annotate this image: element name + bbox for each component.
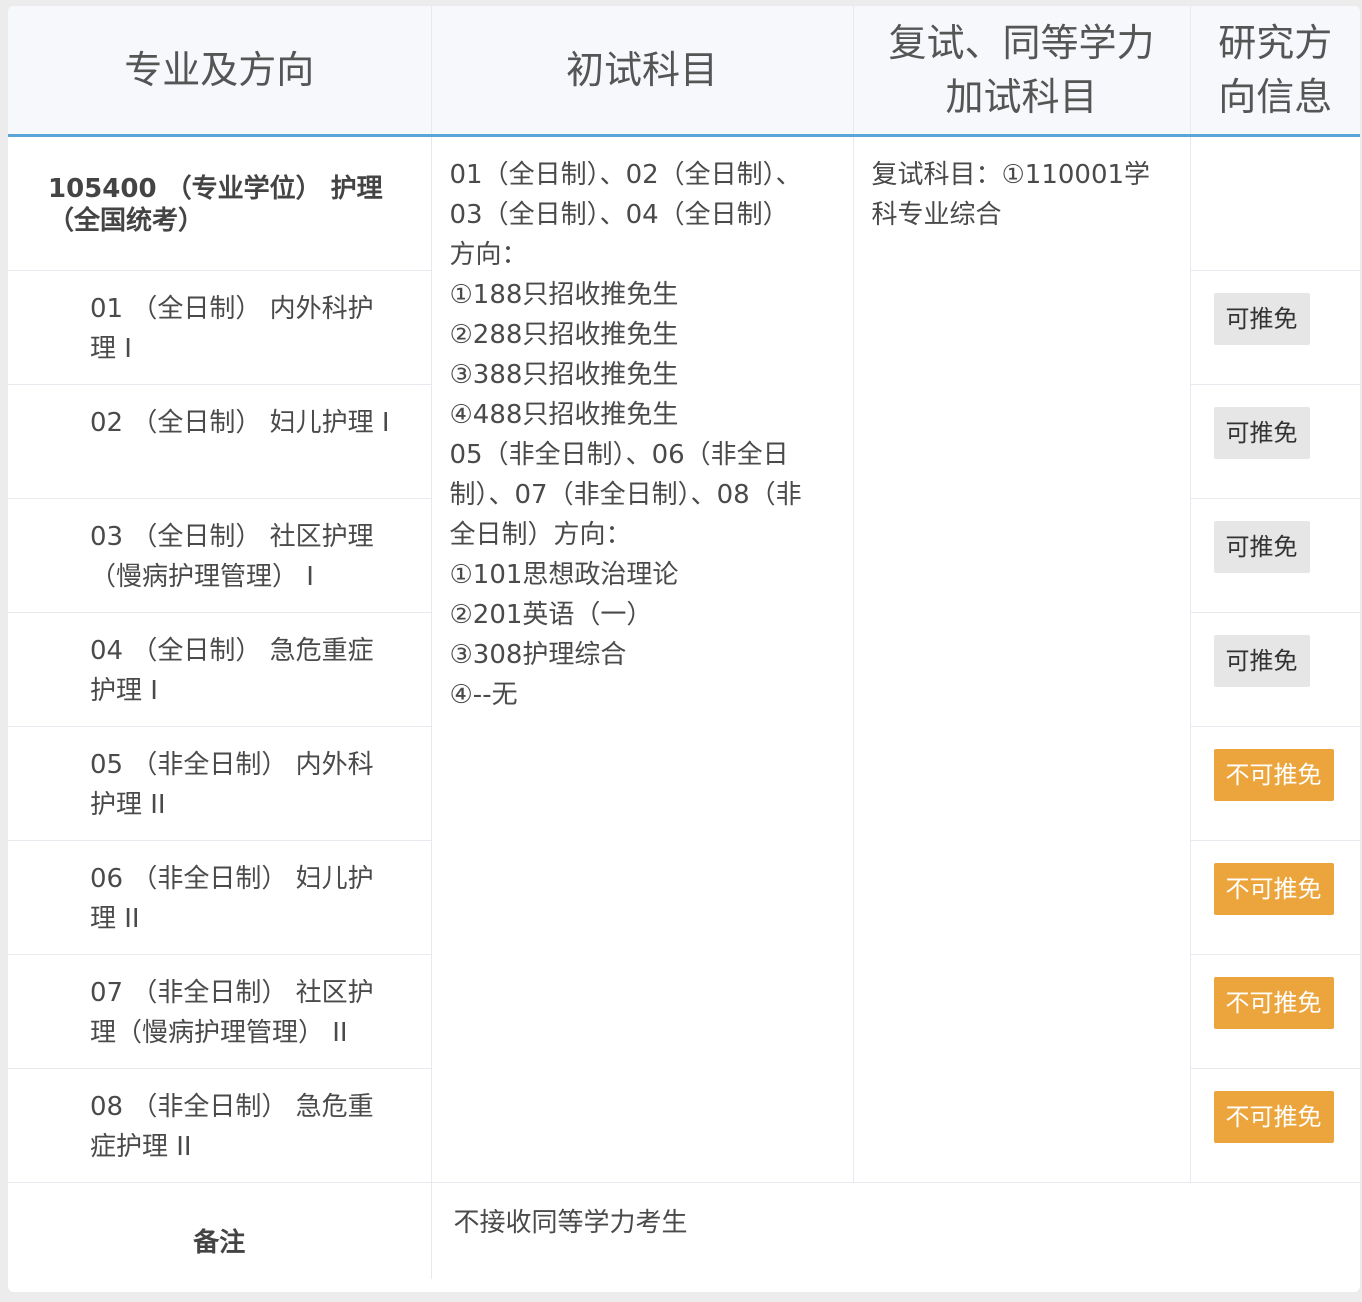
research-info-cell-empty	[1190, 135, 1360, 271]
major-name: 105400 （专业学位） 护理 （全国统考）	[48, 174, 383, 236]
exam-line: 制）、07（非全日制）、08（非	[449, 480, 802, 510]
exam-line: ④--无	[449, 680, 518, 710]
note-text: 不接收同等学力考生	[453, 1208, 688, 1238]
exam-subjects-cell: 01（全日制）、02（全日制）、 03（全日制）、04（全日制） 方向： ①18…	[431, 135, 854, 1183]
table-row-major: 105400 （专业学位） 护理 （全国统考） 01（全日制）、02（全日制）、…	[8, 135, 1360, 1183]
exam-line: ①101思想政治理论	[449, 560, 679, 590]
exam-line: ③388只招收推免生	[449, 360, 679, 390]
exam-line: 方向：	[449, 240, 528, 270]
recommend-badge: 可推免	[1213, 635, 1310, 687]
exam-line: ④488只招收推免生	[449, 400, 679, 430]
exam-line: ①188只招收推免生	[449, 280, 679, 310]
direction-name: 03 （全日制） 社区护理（慢病护理管理） I	[90, 522, 374, 592]
exam-line: 全日制）方向：	[449, 520, 632, 550]
exam-line: ②201英语（一）	[449, 600, 653, 630]
header-research-info: 研究方 向信息	[1190, 6, 1360, 137]
table-row-note: 备注 不接收同等学力考生	[8, 1182, 1360, 1280]
direction-name: 06 （非全日制） 妇儿护理 II	[90, 864, 374, 934]
direction-name: 08 （非全日制） 急危重症护理 II	[90, 1092, 374, 1162]
table-header-row: 专业及方向 初试科目 复试、同等学力 加试科目 研究方 向信息	[8, 6, 1360, 137]
header-major-direction: 专业及方向	[8, 6, 432, 137]
note-label-cell: 备注	[8, 1182, 432, 1279]
not-recommend-badge: 不可推免	[1213, 749, 1334, 801]
exam-subjects-text: 01（全日制）、02（全日制）、 03（全日制）、04（全日制） 方向： ①18…	[432, 137, 853, 715]
not-recommend-badge: 不可推免	[1213, 1091, 1334, 1143]
admission-table-card: 专业及方向 初试科目 复试、同等学力 加试科目 研究方 向信息 105400 （专业…	[8, 6, 1360, 1292]
exam-line: 01（全日制）、02（全日制）、	[449, 160, 802, 190]
retest-subjects-text: 复试科目：①110001学科专业综合	[871, 160, 1151, 230]
header-retest-subjects: 复试、同等学力 加试科目	[853, 6, 1191, 137]
header-exam-subjects: 初试科目	[431, 6, 854, 137]
exam-line: 03（全日制）、04（全日制）	[449, 200, 789, 230]
note-text-cell: 不接收同等学力考生	[431, 1183, 1360, 1280]
recommend-badge: 可推免	[1213, 407, 1310, 459]
direction-name: 04 （全日制） 急危重症护理 I	[90, 636, 374, 706]
major-cell: 105400 （专业学位） 护理 （全国统考）	[8, 135, 432, 271]
note-label: 备注	[193, 1228, 246, 1258]
exam-line: ②288只招收推免生	[449, 320, 679, 350]
direction-name: 02 （全日制） 妇儿护理 I	[90, 408, 390, 438]
recommend-badge: 可推免	[1213, 293, 1310, 345]
not-recommend-badge: 不可推免	[1213, 863, 1334, 915]
direction-name: 05 （非全日制） 内外科护理 II	[90, 750, 374, 820]
exam-line: 05（非全日制）、06（非全日	[449, 440, 789, 470]
not-recommend-badge: 不可推免	[1213, 977, 1334, 1029]
retest-subjects-cell: 复试科目：①110001学科专业综合	[853, 135, 1191, 1183]
recommend-badge: 可推免	[1213, 521, 1310, 573]
direction-name: 07 （非全日制） 社区护理（慢病护理管理） II	[90, 978, 374, 1048]
direction-name: 01 （全日制） 内外科护理 I	[90, 294, 374, 364]
admission-table: 专业及方向 初试科目 复试、同等学力 加试科目 研究方 向信息 105400 （专业…	[8, 6, 1360, 1279]
exam-line: ③308护理综合	[449, 640, 627, 670]
